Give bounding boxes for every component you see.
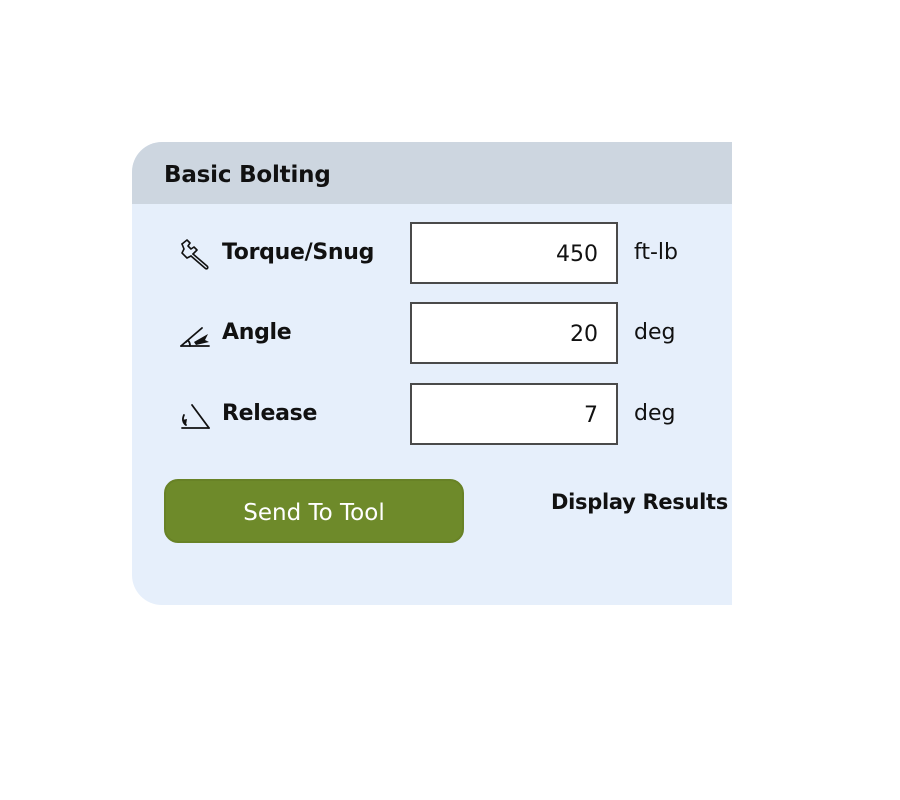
angle-value: 20: [570, 322, 598, 347]
angle-input[interactable]: 20: [410, 302, 618, 364]
panel-header: Basic Bolting: [132, 142, 732, 204]
torque-label: Torque/Snug: [222, 240, 375, 265]
release-label: Release: [222, 401, 318, 426]
release-value: 7: [584, 403, 598, 428]
release-unit: deg: [634, 401, 676, 426]
send-to-tool-label: Send To Tool: [243, 500, 385, 526]
release-icon: [178, 399, 212, 433]
release-row: Release 7 deg: [132, 383, 732, 447]
torque-row: Torque/Snug 450 ft-lb: [132, 222, 732, 286]
panel-title: Basic Bolting: [164, 162, 331, 188]
torque-unit: ft-lb: [634, 240, 678, 265]
torque-input[interactable]: 450: [410, 222, 618, 284]
angle-label: Angle: [222, 320, 292, 345]
wrench-icon: [178, 238, 212, 272]
angle-unit: deg: [634, 320, 676, 345]
angle-icon: [178, 318, 212, 352]
send-to-tool-button[interactable]: Send To Tool: [164, 479, 464, 543]
torque-value: 450: [556, 242, 598, 267]
display-results-link[interactable]: Display Results: [551, 490, 728, 514]
basic-bolting-panel: Basic Bolting Torque/Snug 450 ft-lb Angl…: [132, 142, 732, 605]
angle-row: Angle 20 deg: [132, 302, 732, 366]
release-input[interactable]: 7: [410, 383, 618, 445]
